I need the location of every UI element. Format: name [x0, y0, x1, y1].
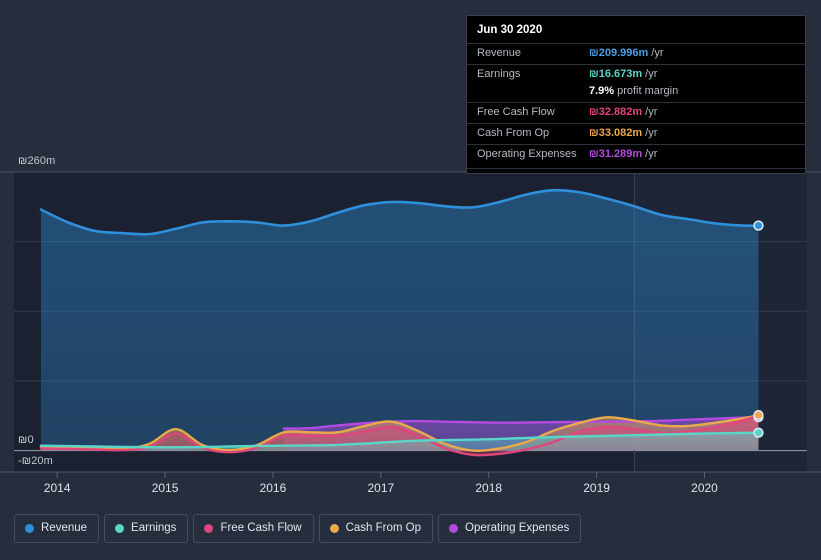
- tooltip-row-value: ₪209.996m: [589, 47, 649, 59]
- tooltip-row-value-wrap: ₪209.996m/yr: [589, 47, 664, 59]
- legend-color-dot-icon: [449, 524, 459, 533]
- tooltip-row-label: Revenue: [477, 47, 522, 59]
- legend-item-label: Operating Expenses: [465, 522, 570, 534]
- tooltip-date: Jun 30 2020: [477, 24, 543, 36]
- tooltip-row-unit: /yr: [645, 127, 658, 139]
- chart-legend[interactable]: Revenue Earnings Free Cash Flow Cash From O…: [14, 514, 582, 543]
- tooltip-rows: Revenue ₪209.996m/yr Earnings ₪16.673m/yr 7.…: [467, 43, 805, 165]
- x-axis-tick-2016: 2016: [259, 481, 287, 495]
- y-axis-label-zero: ₪0: [18, 434, 34, 446]
- x-axis-tick-2018: 2018: [475, 481, 503, 495]
- tooltip-row-value-wrap: ₪32.882m/yr: [589, 106, 657, 118]
- tooltip-row: 7.9% profit margin: [467, 85, 805, 102]
- tooltip-row-value: ₪32.882m: [589, 106, 643, 118]
- x-axis-tick-2014: 2014: [43, 481, 71, 495]
- tooltip-row-value-wrap: ₪33.082m/yr: [589, 127, 657, 139]
- x-axis-tick-2015: 2015: [151, 481, 179, 495]
- legend-item-free-cash-flow[interactable]: Free Cash Flow: [193, 514, 314, 543]
- tooltip-row-label: Free Cash Flow: [477, 106, 555, 118]
- tooltip-row-value: 7.9%: [589, 85, 615, 97]
- x-axis-tick-2020: 2020: [691, 481, 718, 495]
- endpoint-marker-cash-from-op: [753, 409, 764, 421]
- endpoint-marker-revenue: [753, 220, 764, 231]
- chart-tooltip: Jun 30 2020 Revenue ₪209.996m/yr Earnings ₪…: [466, 15, 806, 174]
- y-axis-label-max: ₪260m: [18, 155, 56, 167]
- legend-item-operating-expenses[interactable]: Operating Expenses: [438, 514, 582, 543]
- tooltip-row-value-wrap: ₪31.289m/yr: [589, 148, 657, 160]
- tooltip-row: Revenue ₪209.996m/yr: [467, 43, 805, 64]
- legend-item-revenue[interactable]: Revenue: [14, 514, 100, 543]
- tooltip-row: Free Cash Flow ₪32.882m/yr: [467, 102, 805, 123]
- tooltip-row-label: Operating Expenses: [477, 148, 577, 160]
- legend-color-dot-icon: [25, 524, 34, 533]
- legend-color-dot-icon: [204, 524, 214, 533]
- tooltip-row: Operating Expenses ₪31.289m/yr: [467, 144, 805, 165]
- tooltip-row-label: Earnings: [477, 68, 521, 80]
- tooltip-row-value: ₪33.082m: [589, 127, 643, 139]
- tooltip-row: Earnings ₪16.673m/yr: [467, 64, 805, 85]
- tooltip-row-value-wrap: 7.9% profit margin: [589, 85, 678, 97]
- tooltip-row: Cash From Op ₪33.082m/yr: [467, 123, 805, 144]
- tooltip-bottom-divider: [467, 168, 805, 169]
- tooltip-row-unit: profit margin: [617, 85, 679, 97]
- legend-color-dot-icon: [329, 524, 339, 533]
- tooltip-row-unit: /yr: [645, 106, 658, 118]
- tooltip-row-unit: /yr: [651, 47, 664, 59]
- x-axis-tick-2017: 2017: [367, 481, 395, 495]
- tooltip-row-value: ₪31.289m: [589, 148, 643, 160]
- legend-item-label: Cash From Op: [345, 522, 422, 534]
- y-axis-label-min: -₪20m: [18, 455, 53, 467]
- legend-item-earnings[interactable]: Earnings: [104, 514, 189, 543]
- legend-item-cash-from-op[interactable]: Cash From Op: [318, 514, 434, 543]
- endpoint-marker-earnings: [753, 427, 764, 438]
- x-axis-tick-2019: 2019: [583, 481, 610, 495]
- legend-item-label: Free Cash Flow: [220, 522, 302, 534]
- tooltip-row-label: Cash From Op: [477, 127, 550, 139]
- tooltip-row-unit: /yr: [645, 148, 658, 160]
- tooltip-row-value: ₪16.673m: [589, 68, 643, 80]
- legend-item-label: Earnings: [131, 522, 177, 534]
- legend-item-label: Revenue: [41, 522, 88, 534]
- tooltip-row-unit: /yr: [645, 68, 658, 80]
- legend-color-dot-icon: [115, 524, 125, 533]
- tooltip-row-value-wrap: ₪16.673m/yr: [589, 68, 657, 80]
